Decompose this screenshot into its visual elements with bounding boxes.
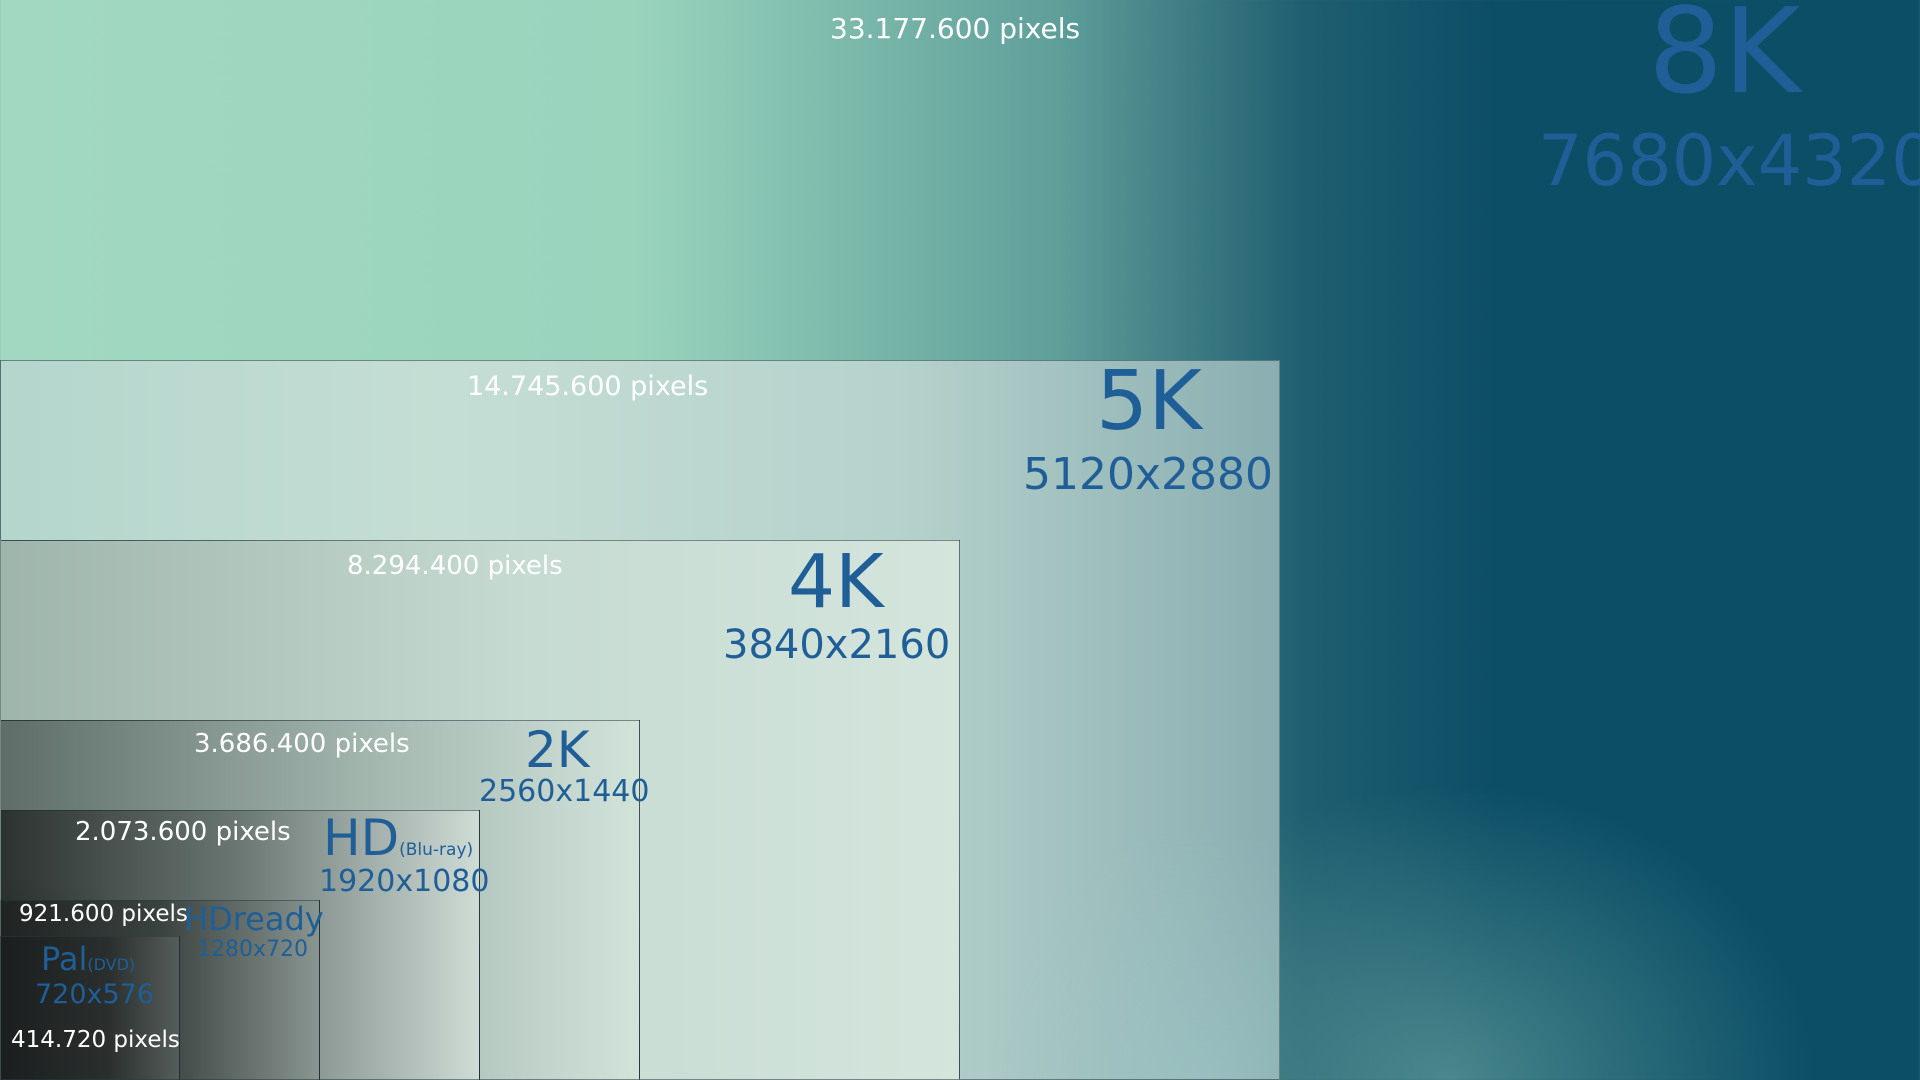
pixel-count-5k: 14.745.600 pixels	[467, 371, 709, 402]
resolution-dims-hdready: 1280x720	[197, 937, 308, 962]
pixel-count-2k: 3.686.400 pixels	[194, 729, 410, 759]
resolution-dims-hd: 1920x1080	[319, 864, 490, 899]
resolution-name-2k: 2K	[525, 721, 590, 779]
resolution-name-hdready: HDready	[184, 900, 324, 938]
pixel-count-pal: 414.720 pixels	[11, 1027, 180, 1053]
resolution-note-hd: (Blu-ray)	[399, 840, 474, 860]
resolution-name-8k: 8K	[1648, 0, 1801, 120]
resolution-note-pal: (DVD)	[87, 955, 136, 974]
pixel-count-8k: 33.177.600 pixels	[830, 12, 1081, 45]
pixel-count-hdready: 921.600 pixels	[19, 901, 188, 927]
resolution-dims-5k: 5120x2880	[1023, 449, 1273, 500]
resolution-dims-8k: 7680x4320	[1538, 120, 1920, 202]
resolution-dims-pal: 720x576	[35, 979, 155, 1010]
resolution-name-5k: 5K	[1096, 354, 1202, 449]
resolution-pal-box: Pal(DVD) 720x576 414.720 pixels	[0, 936, 180, 1080]
resolution-name-pal: Pal	[41, 940, 88, 978]
resolution-dims-4k: 3840x2160	[723, 622, 951, 668]
resolution-name-hd-group: HD(Blu-ray)	[323, 813, 473, 863]
resolution-name-4k: 4K	[788, 539, 884, 625]
resolution-dims-2k: 2560x1440	[479, 774, 650, 809]
pixel-count-4k: 8.294.400 pixels	[347, 551, 563, 581]
resolution-name-pal-group: Pal(DVD)	[41, 943, 135, 975]
pixel-count-hd: 2.073.600 pixels	[75, 817, 291, 847]
resolution-name-hd: HD	[323, 809, 400, 867]
